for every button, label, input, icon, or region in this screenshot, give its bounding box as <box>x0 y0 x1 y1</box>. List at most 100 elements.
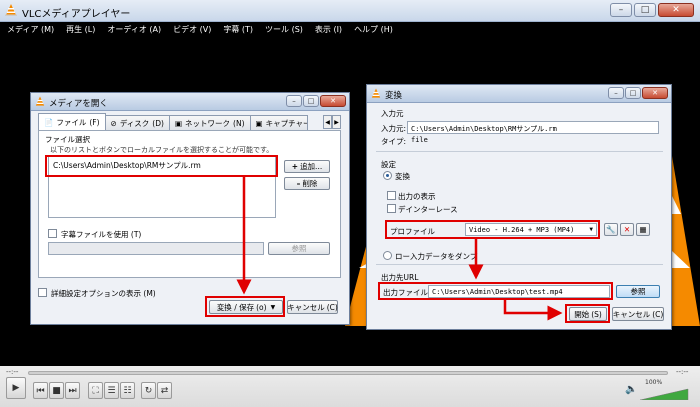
tab-network-shortcut: (N) <box>233 118 245 128</box>
seek-bar[interactable] <box>28 371 668 375</box>
new-profile-icon[interactable]: ▦ <box>636 223 650 236</box>
show-output-checkbox[interactable] <box>387 191 396 200</box>
vlc-titlebar: VLCメディアプレイヤー – □ ✕ <box>0 0 700 22</box>
previous-icon[interactable]: ⏮ <box>33 382 48 399</box>
file-hint: 以下のリストとボタンでローカルファイルを選択することが可能です。 <box>50 146 274 154</box>
maximize-button[interactable]: □ <box>303 95 319 107</box>
background-cone-right-icon <box>672 156 700 326</box>
tab-file-label: ファイル <box>56 117 87 127</box>
maximize-button[interactable]: □ <box>634 3 656 17</box>
subtitle-label-text: 字幕ファイルを使用 <box>61 230 129 239</box>
menu-media[interactable]: メディア (M) <box>7 24 54 35</box>
fullscreen-icon[interactable]: ⛶ <box>88 382 103 399</box>
minimize-button[interactable]: – <box>286 95 302 107</box>
capture-icon: ▣ <box>255 118 263 128</box>
shuffle-icon[interactable]: ⇄ <box>157 382 172 399</box>
source-field[interactable]: C:\Users\Admin\Desktop\RMサンプル.rm <box>407 121 659 134</box>
menu-tools[interactable]: ツール (S) <box>265 24 303 35</box>
minus-icon: – <box>296 179 301 188</box>
divider <box>376 151 663 152</box>
total-time: --:-- <box>676 368 689 376</box>
subtitle-checkbox[interactable] <box>48 229 57 238</box>
menu-help[interactable]: ヘルプ (H) <box>354 24 393 35</box>
playback-controls: --:-- --:-- ▶ ⏮ ■ ⏭ ⛶ ☰ ☷ ↻ ⇄ 🔈 100% <box>0 366 700 407</box>
volume-level: 100% <box>645 379 663 386</box>
highlight-start <box>565 304 610 323</box>
advanced-options-label: 詳細設定オプションの表示 (M) <box>51 288 156 299</box>
advanced-shortcut: (M) <box>143 289 156 298</box>
tab-capture-label: キャプチャー <box>265 118 308 128</box>
destination-browse-button[interactable]: 参照 <box>616 285 660 298</box>
highlight-destination <box>378 282 613 300</box>
playlist-icon[interactable]: ☷ <box>120 382 135 399</box>
convert-title: 変換 <box>385 91 403 101</box>
disc-icon: ⊘ <box>110 118 117 128</box>
convert-cancel-label: キャンセル <box>612 309 651 319</box>
close-button[interactable]: ✕ <box>658 3 694 17</box>
convert-cancel-button[interactable]: キャンセル (C) <box>612 307 664 321</box>
remove-button-label: 削除 <box>302 179 318 188</box>
subtitle-browse-button: 参照 <box>268 242 330 255</box>
tab-capture[interactable]: ▣ キャプチャー <box>249 115 308 130</box>
tab-network[interactable]: ▣ ネットワーク (N) <box>168 115 251 130</box>
cancel-shortcut: (C) <box>326 302 338 312</box>
deinterlace-label: デインターレース <box>398 205 458 214</box>
advanced-label-text: 詳細設定オプションの表示 <box>51 289 141 298</box>
close-button[interactable]: ✕ <box>320 95 346 107</box>
menubar: メディア (M) 再生 (L) オーディオ (A) ビデオ (V) 字幕 (T)… <box>0 22 700 36</box>
edit-profile-icon[interactable]: 🔧 <box>604 223 618 236</box>
menu-playback[interactable]: 再生 (L) <box>66 24 95 35</box>
loop-icon[interactable]: ↻ <box>141 382 156 399</box>
play-button[interactable]: ▶ <box>6 377 26 399</box>
source-label: 入力元: <box>381 124 407 133</box>
file-section-label: ファイル選択 <box>45 135 90 144</box>
menu-view[interactable]: 表示 (I) <box>315 24 342 35</box>
elapsed-time: --:-- <box>6 368 19 376</box>
minimize-button[interactable]: – <box>610 3 632 17</box>
deinterlace-checkbox[interactable] <box>387 204 396 213</box>
menu-audio[interactable]: オーディオ (A) <box>107 24 161 35</box>
dump-radio-label: ロー入力データをダンプ <box>395 252 478 261</box>
network-icon: ▣ <box>174 118 183 128</box>
tab-disc[interactable]: ⊘ ディスク (D) <box>104 115 170 130</box>
maximize-button[interactable]: □ <box>625 87 641 99</box>
subtitle-checkbox-label: 字幕ファイルを使用 (T) <box>61 229 141 240</box>
tab-disc-label: ディスク <box>119 118 150 128</box>
show-output-label: 出力の表示 <box>398 192 436 201</box>
subtitle-shortcut: (T) <box>130 230 142 239</box>
menu-subtitle[interactable]: 字幕 (T) <box>223 24 253 35</box>
minimize-button[interactable]: – <box>608 87 624 99</box>
open-media-titlebar: メディアを開く – □ ✕ <box>31 93 349 111</box>
plus-icon: + <box>291 162 299 171</box>
dump-radio[interactable] <box>383 251 392 260</box>
tab-network-label: ネットワーク <box>185 118 231 128</box>
menu-video[interactable]: ビデオ (V) <box>173 24 211 35</box>
tab-scroll-left-icon[interactable]: ◀ <box>323 115 332 129</box>
tab-scroll-right-icon[interactable]: ▶ <box>332 115 341 129</box>
file-icon: 📄 <box>44 117 54 127</box>
type-value: file <box>411 136 428 144</box>
convert-cancel-shortcut: (C) <box>652 309 664 319</box>
next-icon[interactable]: ⏭ <box>65 382 80 399</box>
add-button[interactable]: + 追加... <box>284 160 330 173</box>
delete-profile-icon[interactable]: ✕ <box>620 223 634 236</box>
extended-settings-icon[interactable]: ☰ <box>104 382 119 399</box>
vlc-cone-icon <box>5 4 17 19</box>
source-section-label: 入力元 <box>381 109 404 118</box>
advanced-options-checkbox[interactable] <box>38 288 47 297</box>
remove-button[interactable]: – 削除 <box>284 177 330 190</box>
cancel-button[interactable]: キャンセル (C) <box>287 300 338 314</box>
stop-icon[interactable]: ■ <box>49 382 64 399</box>
volume-slider[interactable] <box>640 388 690 400</box>
open-media-tabs: 📄 ファイル (F) ⊘ ディスク (D) ▣ ネットワーク (N) ▣ キャプ… <box>38 113 308 130</box>
highlight-profile <box>385 220 600 239</box>
window-title: VLCメディアプレイヤー <box>22 9 131 20</box>
tab-file[interactable]: 📄 ファイル (F) <box>38 113 106 130</box>
speaker-icon[interactable]: 🔈 <box>625 384 637 395</box>
highlight-file-list <box>45 155 278 177</box>
convert-radio[interactable] <box>383 171 392 180</box>
close-button[interactable]: ✕ <box>642 87 668 99</box>
tab-disc-shortcut: (D) <box>152 118 164 128</box>
type-label: タイプ: <box>381 137 407 146</box>
vlc-cone-icon <box>371 88 381 102</box>
